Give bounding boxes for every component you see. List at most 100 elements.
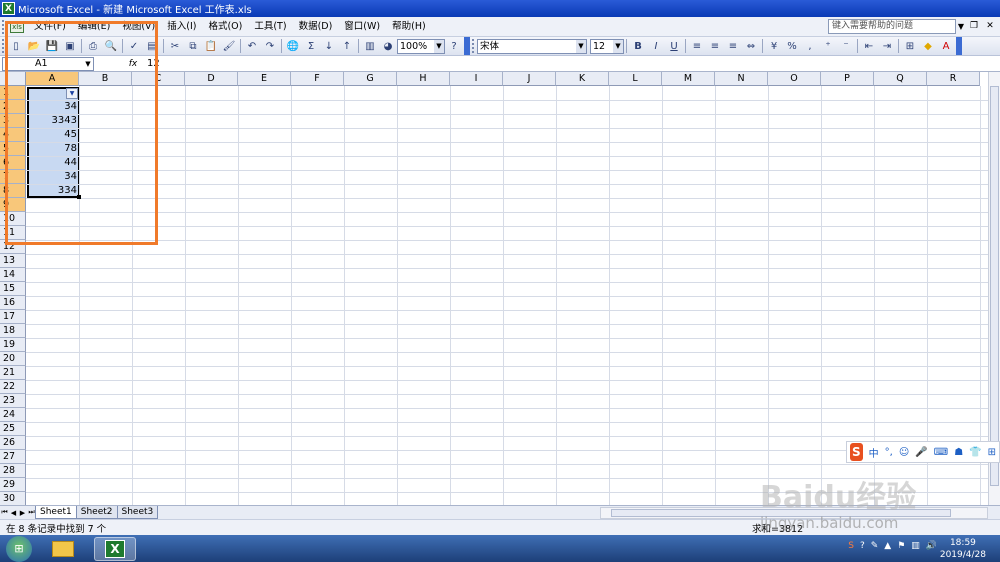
increase-decimal-icon[interactable]: ⁺ [820, 39, 836, 54]
decrease-decimal-icon[interactable]: ⁻ [838, 39, 854, 54]
close-icon[interactable]: ✕ [984, 20, 996, 33]
punctuation-icon[interactable]: °, [885, 447, 893, 458]
vertical-scroll-thumb[interactable] [990, 86, 999, 486]
align-right-icon[interactable]: ≡ [725, 39, 741, 54]
system-clock[interactable]: 18:59 2019/4/28 [940, 537, 986, 561]
sogou-icon[interactable]: S [850, 443, 863, 461]
increase-indent-icon[interactable]: ⇥ [879, 39, 895, 54]
column-header-p[interactable]: P [821, 72, 874, 86]
taskbar-excel[interactable]: X [94, 536, 136, 561]
column-header-h[interactable]: H [397, 72, 450, 86]
microphone-icon[interactable]: 🎤 [915, 447, 927, 458]
font-size-select[interactable]: 12 ▼ [590, 38, 624, 54]
column-header-e[interactable]: E [238, 72, 291, 86]
ime-language[interactable]: 中 [869, 445, 879, 460]
hyperlink-icon[interactable]: 🌐 [285, 39, 301, 54]
row-header-22[interactable]: 22 [0, 380, 26, 394]
row-header-25[interactable]: 25 [0, 422, 26, 436]
row-header-15[interactable]: 15 [0, 282, 26, 296]
row-header-30[interactable]: 30 [0, 492, 26, 505]
volume-icon[interactable]: 🔊 [926, 541, 937, 551]
toolbar-options-icon[interactable] [956, 37, 962, 55]
row-header-24[interactable]: 24 [0, 408, 26, 422]
help-dropdown-icon[interactable]: ▼ [956, 19, 966, 34]
menu-window[interactable]: 窗口(W) [338, 17, 386, 37]
menu-help[interactable]: 帮助(H) [386, 17, 432, 37]
menu-format[interactable]: 格式(O) [202, 17, 248, 37]
row-header-23[interactable]: 23 [0, 394, 26, 408]
start-button[interactable]: ⊞ [6, 535, 32, 562]
row-header-14[interactable]: 14 [0, 268, 26, 282]
row-header-20[interactable]: 20 [0, 352, 26, 366]
column-header-g[interactable]: G [344, 72, 397, 86]
help-search-input[interactable]: 键入需要帮助的问题 [828, 19, 956, 34]
pen-tray-icon[interactable]: ✎ [871, 541, 879, 551]
merge-center-icon[interactable]: ⇔ [743, 39, 759, 54]
user-icon[interactable]: ☗ [954, 447, 963, 458]
column-header-f[interactable]: F [291, 72, 344, 86]
copy-icon[interactable]: ⧉ [185, 39, 201, 54]
taskbar-explorer[interactable] [42, 537, 84, 561]
zoom-dropdown-icon[interactable]: ▼ [434, 39, 444, 53]
row-header-17[interactable]: 17 [0, 310, 26, 324]
row-header-18[interactable]: 18 [0, 324, 26, 338]
row-header-21[interactable]: 21 [0, 366, 26, 380]
column-header-l[interactable]: L [609, 72, 662, 86]
cut-icon[interactable]: ✂ [167, 39, 183, 54]
show-hidden-icons[interactable]: ▲ [884, 541, 891, 551]
menu-tools[interactable]: 工具(T) [248, 17, 292, 37]
undo-icon[interactable]: ↶ [244, 39, 260, 54]
sort-descending-icon[interactable]: ↑ [339, 39, 355, 54]
column-header-n[interactable]: N [715, 72, 768, 86]
column-header-q[interactable]: Q [874, 72, 927, 86]
row-header-29[interactable]: 29 [0, 478, 26, 492]
prev-sheet-icon[interactable]: ◀ [9, 509, 18, 517]
decrease-indent-icon[interactable]: ⇤ [861, 39, 877, 54]
emoji-icon[interactable]: ☺ [899, 447, 909, 458]
font-dropdown-icon[interactable]: ▼ [576, 39, 586, 53]
first-sheet-icon[interactable]: ⏮ [0, 508, 9, 517]
flag-icon[interactable]: ⚑ [897, 541, 905, 551]
underline-button[interactable]: U [666, 39, 682, 54]
font-select[interactable]: 宋体 ▼ [477, 38, 587, 54]
paste-icon[interactable]: 📋 [203, 39, 219, 54]
column-header-d[interactable]: D [185, 72, 238, 86]
comma-style-icon[interactable]: , [802, 39, 818, 54]
toolbar-options-icon[interactable] [464, 37, 470, 55]
row-header-27[interactable]: 27 [0, 450, 26, 464]
skin-icon[interactable]: 👕 [969, 447, 981, 458]
italic-button[interactable]: I [648, 39, 664, 54]
zoom-select[interactable]: 100% ▼ [397, 38, 445, 54]
tab-sheet2[interactable]: Sheet2 [75, 506, 118, 519]
redo-icon[interactable]: ↷ [262, 39, 278, 54]
row-header-19[interactable]: 19 [0, 338, 26, 352]
percent-button[interactable]: % [784, 39, 800, 54]
font-size-dropdown-icon[interactable]: ▼ [613, 39, 623, 53]
fill-color-icon[interactable]: ◆ [920, 39, 936, 54]
help-tray-icon[interactable]: ? [860, 541, 865, 551]
sort-ascending-icon[interactable]: ↓ [321, 39, 337, 54]
bold-button[interactable]: B [630, 39, 646, 54]
align-center-icon[interactable]: ≡ [707, 39, 723, 54]
keyboard-icon[interactable]: ⌨ [934, 447, 948, 458]
ime-toolbar[interactable]: S 中 °, ☺ 🎤 ⌨ ☗ 👕 ⊞ [846, 441, 1000, 463]
tools-icon[interactable]: ⊞ [988, 447, 996, 458]
row-header-28[interactable]: 28 [0, 464, 26, 478]
align-left-icon[interactable]: ≡ [689, 39, 705, 54]
column-header-r[interactable]: R [927, 72, 980, 86]
column-header-j[interactable]: J [503, 72, 556, 86]
autosum-icon[interactable]: Σ [303, 39, 319, 54]
sogou-tray-icon[interactable]: S [848, 541, 854, 551]
network-icon[interactable]: ▥ [911, 541, 920, 551]
menu-data[interactable]: 数据(D) [293, 17, 339, 37]
row-header-16[interactable]: 16 [0, 296, 26, 310]
menu-insert[interactable]: 插入(I) [161, 17, 202, 37]
borders-icon[interactable]: ⊞ [902, 39, 918, 54]
tab-sheet3[interactable]: Sheet3 [116, 506, 159, 519]
font-color-icon[interactable]: A [938, 39, 954, 54]
column-header-m[interactable]: M [662, 72, 715, 86]
excel-app-icon[interactable]: X [2, 2, 15, 15]
column-header-k[interactable]: K [556, 72, 609, 86]
restore-icon[interactable]: ❐ [968, 20, 980, 33]
column-header-i[interactable]: I [450, 72, 503, 86]
